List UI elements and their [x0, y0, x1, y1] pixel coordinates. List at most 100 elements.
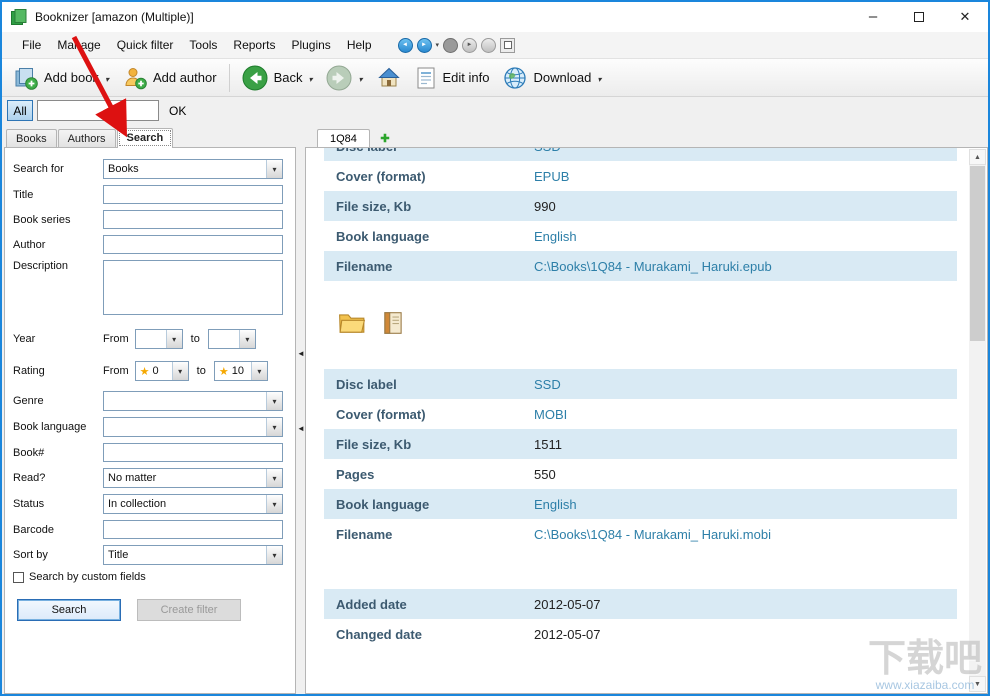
create-filter-button[interactable]: Create filter — [137, 599, 241, 621]
read-row: Read? No matter — [13, 468, 287, 488]
menu-reports[interactable]: Reports — [225, 33, 283, 57]
field-label: Filename — [336, 527, 534, 542]
description-input[interactable] — [103, 260, 283, 315]
year-from-select[interactable] — [135, 329, 183, 349]
field-value-link[interactable]: MOBI — [534, 407, 567, 422]
status-row: Status In collection — [13, 494, 287, 514]
title-label: Title — [13, 189, 103, 201]
splitter-collapse-icon[interactable] — [297, 424, 305, 433]
sort-by-label: Sort by — [13, 549, 103, 561]
book-number-input[interactable] — [103, 443, 283, 462]
scroll-up-button[interactable] — [969, 149, 986, 165]
status-label: Status — [13, 498, 103, 510]
search-for-row: Search for Books — [13, 159, 287, 179]
book-tab-1q84[interactable]: 1Q84 — [317, 129, 370, 148]
genre-select[interactable] — [103, 391, 283, 411]
field-value-link[interactable]: EPUB — [534, 169, 569, 184]
menu-manage[interactable]: Manage — [49, 33, 108, 57]
status-select[interactable]: In collection — [103, 494, 283, 514]
field-value-link[interactable]: SSD — [534, 377, 561, 392]
read-value: No matter — [104, 472, 266, 484]
all-filter-button[interactable]: All — [7, 100, 33, 121]
field-value-link[interactable]: English — [534, 229, 577, 244]
field-value-link[interactable]: C:\Books\1Q84 - Murakami_ Haruki.epub — [534, 259, 772, 274]
forward-nav-button[interactable] — [319, 61, 369, 95]
menu-file[interactable]: File — [14, 33, 49, 57]
field-value-link[interactable]: SSD — [534, 147, 561, 154]
book-language-select[interactable] — [103, 417, 283, 437]
home-button[interactable] — [370, 62, 408, 94]
add-author-button[interactable]: Add author — [116, 62, 224, 94]
open-book-icon[interactable] — [380, 310, 406, 341]
ok-button[interactable]: OK — [163, 102, 192, 120]
rating-to-value: 10 — [232, 365, 244, 377]
field-label: Changed date — [336, 627, 534, 642]
rating-to-select[interactable]: 10 — [214, 361, 268, 381]
back-label: Back — [274, 70, 303, 85]
record-button[interactable] — [500, 38, 515, 53]
rating-from-select[interactable]: 0 — [135, 361, 189, 381]
year-label: Year — [13, 333, 103, 345]
search-for-value: Books — [104, 163, 266, 175]
splitter-collapse-icon[interactable] — [297, 349, 305, 358]
book-series-input[interactable] — [103, 210, 283, 229]
field-label: Cover (format) — [336, 407, 534, 422]
star-icon — [219, 365, 229, 378]
quick-filter-bar: All OK — [2, 97, 988, 124]
sort-by-select[interactable]: Title — [103, 545, 283, 565]
menu-help[interactable]: Help — [339, 33, 380, 57]
rewind-button[interactable] — [398, 38, 413, 53]
minimize-button[interactable] — [850, 2, 896, 32]
read-select[interactable]: No matter — [103, 468, 283, 488]
minimize-icon — [869, 8, 877, 26]
vertical-scrollbar[interactable] — [969, 149, 986, 692]
menu-quick-filter[interactable]: Quick filter — [109, 33, 182, 57]
year-to-label: to — [191, 333, 200, 345]
rating-from-value: 0 — [153, 365, 159, 377]
tab-authors[interactable]: Authors — [58, 129, 116, 147]
custom-fields-checkbox[interactable] — [13, 572, 24, 583]
scroll-down-button[interactable] — [969, 676, 986, 692]
pause-button[interactable] — [481, 38, 496, 53]
search-for-select[interactable]: Books — [103, 159, 283, 179]
year-to-select[interactable] — [208, 329, 256, 349]
field-value-link[interactable]: English — [534, 497, 577, 512]
download-button[interactable]: Download — [496, 62, 608, 94]
author-input[interactable] — [103, 235, 283, 254]
custom-fields-label: Search by custom fields — [29, 571, 146, 583]
field-value-link[interactable]: C:\Books\1Q84 - Murakami_ Haruki.mobi — [534, 527, 771, 542]
open-folder-icon[interactable] — [338, 311, 366, 340]
edit-info-button[interactable]: Edit info — [408, 62, 497, 94]
detail-row: File size, Kb 1511 — [324, 429, 957, 459]
menu-plugins[interactable]: Plugins — [283, 33, 338, 57]
stop-button[interactable] — [443, 38, 458, 53]
description-row: Description — [13, 260, 287, 315]
field-label: Cover (format) — [336, 169, 534, 184]
title-input[interactable] — [103, 185, 283, 204]
toolbar: Add book Add author Back — [2, 58, 988, 97]
year-from-label: From — [103, 333, 129, 345]
back-button[interactable]: Back — [235, 61, 320, 95]
tab-books[interactable]: Books — [6, 129, 57, 147]
forward-button[interactable] — [462, 38, 477, 53]
add-author-icon — [123, 66, 147, 90]
chevron-down-icon — [358, 70, 362, 85]
search-button[interactable]: Search — [17, 599, 121, 621]
scroll-thumb[interactable] — [970, 166, 985, 341]
add-tab-button[interactable] — [375, 130, 395, 147]
quick-search-input[interactable] — [37, 100, 159, 121]
scroll-track[interactable] — [969, 342, 986, 676]
panel-splitter[interactable] — [296, 124, 305, 694]
tab-search[interactable]: Search — [117, 128, 174, 148]
rating-from-label: From — [103, 365, 129, 377]
maximize-button[interactable] — [896, 2, 942, 32]
star-icon — [140, 365, 150, 378]
menu-tools[interactable]: Tools — [181, 33, 225, 57]
barcode-input[interactable] — [103, 520, 283, 539]
close-button[interactable] — [942, 2, 988, 32]
play-button[interactable] — [417, 38, 432, 53]
title-bar: Booknizer [amazon (Multiple)] — [2, 2, 988, 32]
add-book-button[interactable]: Add book — [7, 62, 116, 94]
book-number-label: Book# — [13, 447, 103, 459]
play-options-dropdown[interactable] — [436, 41, 440, 49]
